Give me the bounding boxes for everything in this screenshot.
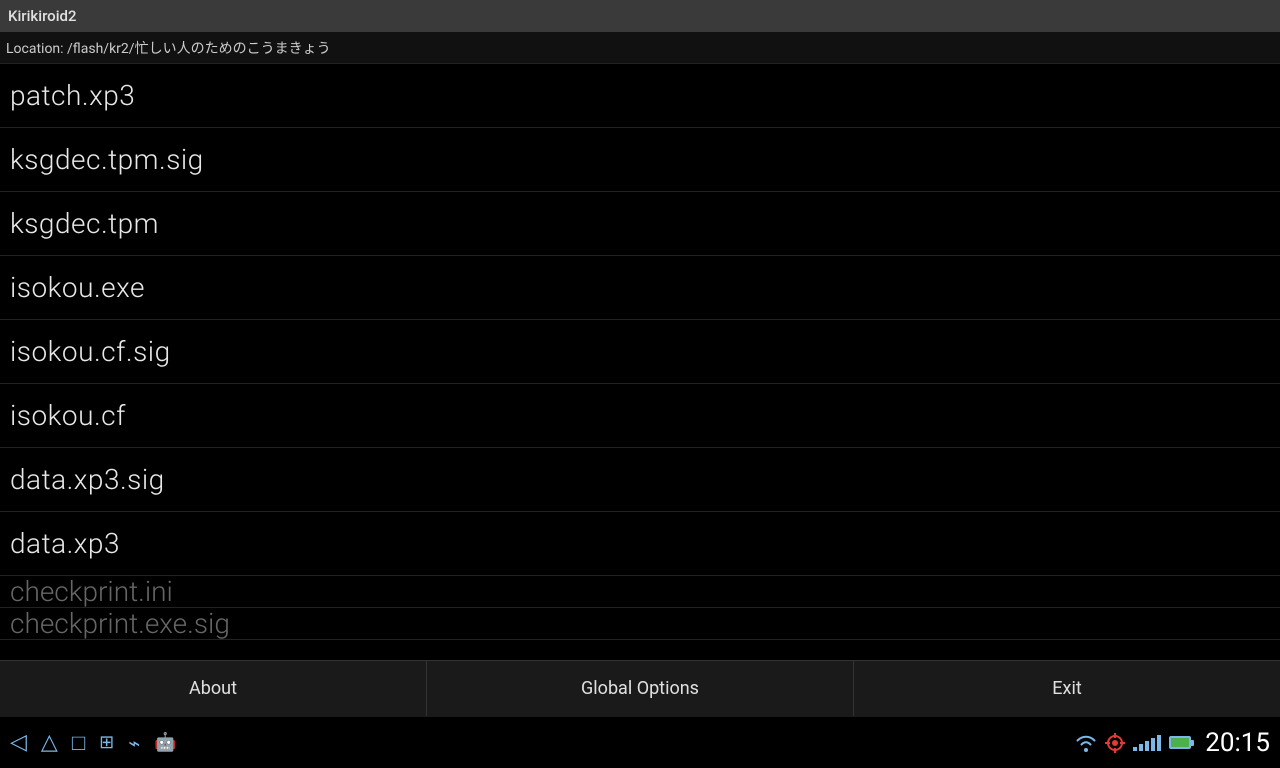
- list-item[interactable]: ksgdec.tpm.sig: [0, 128, 1280, 192]
- list-item[interactable]: data.xp3.sig: [0, 448, 1280, 512]
- home-icon[interactable]: △: [41, 730, 58, 755]
- about-button[interactable]: About: [0, 661, 427, 716]
- file-name: data.xp3.sig: [10, 463, 165, 496]
- file-list: patch.xp3 ksgdec.tpm.sig ksgdec.tpm isokou.…: [0, 64, 1280, 640]
- file-name: ksgdec.tpm.sig: [10, 143, 204, 176]
- list-item[interactable]: isokou.cf.sig: [0, 320, 1280, 384]
- nav-left: ◁ △ □ ⊞ ⌁ 🤖: [10, 730, 177, 756]
- location-text: Location: /flash/kr2/忙しい人のためのこうまきょう: [6, 38, 331, 58]
- file-name: isokou.exe: [10, 271, 145, 304]
- file-name: patch.xp3: [10, 79, 135, 112]
- list-item[interactable]: ksgdec.tpm: [0, 192, 1280, 256]
- target-icon: [1105, 733, 1125, 753]
- usb-icon: ⌁: [128, 731, 140, 755]
- app-title: Kirikiroid2: [8, 7, 77, 25]
- exit-button[interactable]: Exit: [854, 661, 1280, 716]
- file-name: isokou.cf.sig: [10, 335, 171, 368]
- file-name: data.xp3: [10, 527, 120, 560]
- file-name: isokou.cf: [10, 399, 126, 432]
- file-list-container: patch.xp3 ksgdec.tpm.sig ksgdec.tpm isokou.…: [0, 64, 1280, 660]
- nav-bar: ◁ △ □ ⊞ ⌁ 🤖: [0, 716, 1280, 768]
- grid-icon[interactable]: ⊞: [99, 732, 114, 753]
- list-item[interactable]: data.xp3: [0, 512, 1280, 576]
- list-item-partial: checkprint.ini: [0, 576, 1280, 608]
- global-options-button[interactable]: Global Options: [427, 661, 854, 716]
- system-clock: 20:15: [1205, 728, 1270, 758]
- wifi-icon: [1075, 734, 1097, 752]
- list-item[interactable]: patch.xp3: [0, 64, 1280, 128]
- location-bar: Location: /flash/kr2/忙しい人のためのこうまきょう: [0, 32, 1280, 64]
- file-name-partial: checkprint.ini: [10, 576, 173, 608]
- signal-icon: [1133, 735, 1161, 751]
- file-name: ksgdec.tpm: [10, 207, 159, 240]
- action-bar: AboutGlobal OptionsExit: [0, 660, 1280, 716]
- list-item[interactable]: isokou.cf: [0, 384, 1280, 448]
- file-name-partial: checkprint.exe.sig: [10, 608, 230, 640]
- nav-right: 20:15: [1075, 728, 1270, 758]
- android-icon: 🤖: [154, 732, 176, 753]
- battery-icon: [1169, 736, 1191, 749]
- recents-icon[interactable]: □: [72, 730, 85, 756]
- back-icon[interactable]: ◁: [10, 730, 27, 755]
- list-item-partial: checkprint.exe.sig: [0, 608, 1280, 640]
- list-item[interactable]: isokou.exe: [0, 256, 1280, 320]
- title-bar: Kirikiroid2: [0, 0, 1280, 32]
